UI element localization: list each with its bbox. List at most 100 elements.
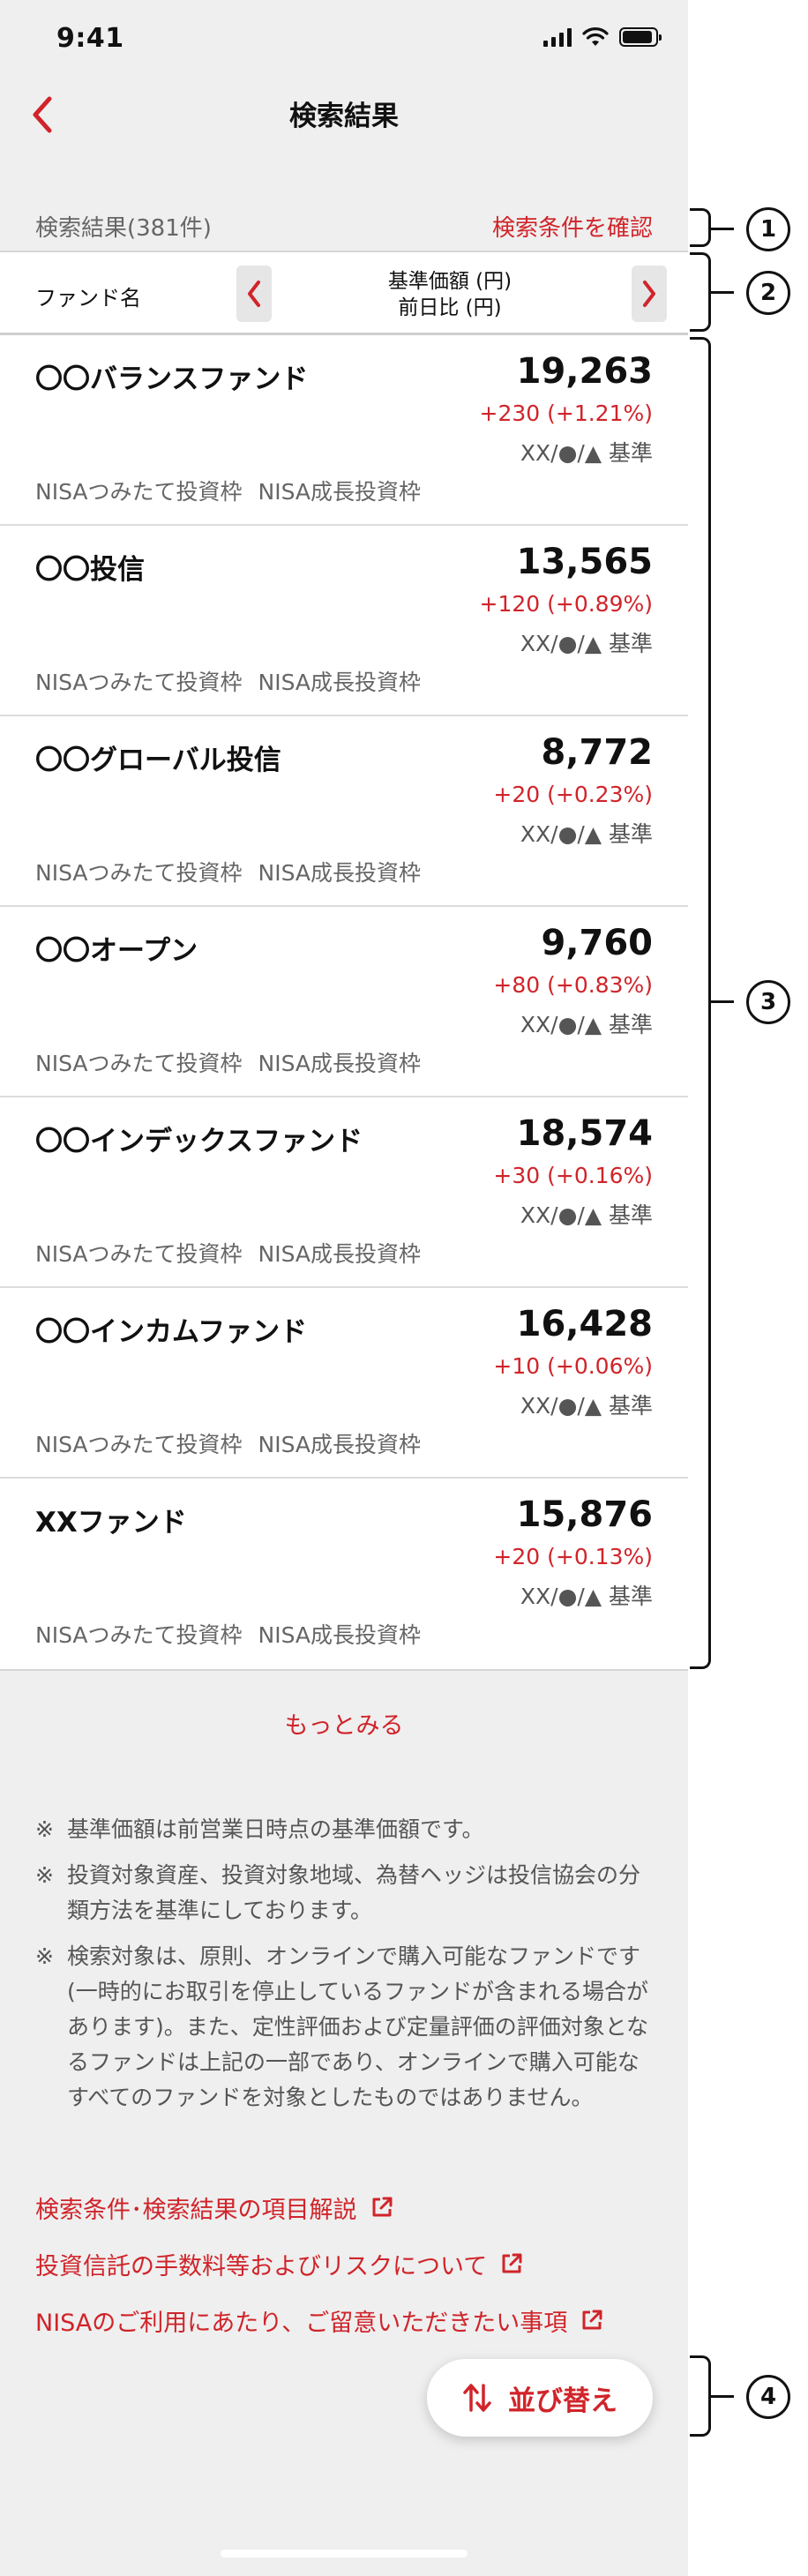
fund-base-date: XX/●/▲ 基準 (520, 1012, 653, 1037)
fund-base-date: XX/●/▲ 基準 (520, 440, 653, 466)
fund-name: 〇〇投信 (35, 554, 145, 586)
fund-change: +80 (+0.83%) (493, 972, 653, 998)
fund-name: 〇〇インデックスファンド (35, 1126, 363, 1157)
annotation-tick-1 (711, 228, 734, 230)
status-icons (543, 26, 662, 48)
note-item: ※ 投資対象資産、投資対象地域、為替ヘッジは投信協会の分類方法を基準にしておりま… (35, 1858, 653, 1928)
fund-tags: NISAつみたて投資枠 NISA成長投資枠 (35, 1427, 421, 1459)
fund-row[interactable]: 〇〇バランスファンド 19,263 +230 (+1.21%) XX/●/▲ 基… (0, 335, 688, 526)
fund-name: 〇〇グローバル投信 (35, 745, 281, 776)
note-mark: ※ (35, 1943, 54, 1969)
link-item-explanation[interactable]: 検索条件･検索結果の項目解説 (35, 2179, 670, 2235)
next-column-button[interactable] (632, 266, 667, 322)
confirm-conditions-link[interactable]: 検索条件を確認 (492, 210, 653, 243)
annotation-callout-4: 4 (746, 2375, 790, 2419)
annotation-bracket-1 (690, 208, 711, 247)
fund-price: 9,760 (541, 923, 653, 963)
chevron-left-icon (248, 281, 260, 307)
note-item: ※ 基準価額は前営業日時点の基準価額です。 (35, 1812, 653, 1847)
fund-change: +20 (+0.13%) (493, 1544, 653, 1569)
fund-tags: NISAつみたて投資枠 NISA成長投資枠 (35, 665, 421, 697)
fund-price: 18,574 (516, 1113, 653, 1154)
fund-tag: NISAつみたて投資枠 (35, 1622, 243, 1648)
fund-tag: NISAつみたて投資枠 (35, 860, 243, 886)
external-link-icon (502, 2253, 522, 2273)
sort-button[interactable]: 並び替え (427, 2359, 653, 2437)
fund-tags: NISAつみたて投資枠 NISA成長投資枠 (35, 475, 421, 506)
fund-tag: NISA成長投資枠 (258, 479, 422, 505)
annotation-callout-3: 3 (746, 980, 790, 1024)
annotation-tick-3 (711, 1000, 734, 1003)
status-bar: 9:41 (0, 0, 688, 76)
prev-column-button[interactable] (236, 266, 272, 322)
nav-bar: 検索結果 (0, 76, 688, 155)
fund-row[interactable]: 〇〇グローバル投信 8,772 +20 (+0.23%) XX/●/▲ 基準 N… (0, 716, 688, 907)
external-links: 検索条件･検索結果の項目解説 投資信託の手数料等およびリスクについて NISAの… (35, 2179, 670, 2348)
fund-base-date: XX/●/▲ 基準 (520, 821, 653, 847)
fund-tag: NISA成長投資枠 (258, 670, 422, 695)
fund-price: 16,428 (516, 1304, 653, 1344)
fund-name: 〇〇オープン (35, 935, 198, 967)
fund-row[interactable]: 〇〇インデックスファンド 18,574 +30 (+0.16%) XX/●/▲ … (0, 1097, 688, 1288)
annotation-tick-2 (711, 291, 734, 294)
note-mark: ※ (35, 1816, 54, 1842)
link-label: 投資信託の手数料等およびリスクについて (35, 2252, 488, 2280)
external-link-icon (372, 2197, 392, 2217)
fund-name: 〇〇バランスファンド (35, 363, 309, 395)
note-item: ※ 検索対象は、原則、オンラインで購入可能なファンドです (一時的にお取引を停止… (35, 1939, 653, 2115)
notes: ※ 基準価額は前営業日時点の基準価額です。 ※ 投資対象資産、投資対象地域、為替… (35, 1812, 653, 2126)
sort-label: 並び替え (508, 2385, 617, 2417)
fund-tag: NISA成長投資枠 (258, 1051, 422, 1076)
fund-price: 15,876 (516, 1494, 653, 1535)
note-text: 基準価額は前営業日時点の基準価額です。 (67, 1816, 484, 1842)
fund-tags: NISAつみたて投資枠 NISA成長投資枠 (35, 856, 421, 887)
fund-name: XXファンド (35, 1507, 187, 1539)
note-text: 検索対象は、原則、オンラインで購入可能なファンドです (一時的にお取引を停止して… (67, 1943, 649, 2110)
annotation-tick-4 (711, 2395, 734, 2398)
sort-arrows-icon (463, 2384, 491, 2412)
fund-price: 13,565 (516, 542, 653, 582)
fund-name: 〇〇インカムファンド (35, 1316, 308, 1348)
fund-tag: NISA成長投資枠 (258, 1622, 422, 1648)
column-header-line2: 前日比 (円) (398, 296, 502, 319)
fund-tag: NISAつみたて投資枠 (35, 670, 243, 695)
fund-base-date: XX/●/▲ 基準 (520, 1393, 653, 1419)
fund-tags: NISAつみたて投資枠 NISA成長投資枠 (35, 1046, 421, 1078)
result-count: 検索結果(381件) (35, 215, 212, 242)
link-item-fees-risks[interactable]: 投資信託の手数料等およびリスクについて (35, 2235, 670, 2292)
annotation-bracket-2 (690, 252, 711, 332)
fund-row[interactable]: XXファンド 15,876 +20 (+0.13%) XX/●/▲ 基準 NIS… (0, 1479, 688, 1669)
fund-change: +30 (+0.16%) (493, 1163, 653, 1188)
fund-row[interactable]: 〇〇インカムファンド 16,428 +10 (+0.06%) XX/●/▲ 基準… (0, 1288, 688, 1479)
fund-tag: NISA成長投資枠 (258, 1432, 422, 1457)
column-header-line1: 基準価額 (円) (387, 270, 512, 293)
fund-row[interactable]: 〇〇投信 13,565 +120 (+0.89%) XX/●/▲ 基準 NISA… (0, 526, 688, 716)
note-mark: ※ (35, 1862, 54, 1888)
fund-row[interactable]: 〇〇オープン 9,760 +80 (+0.83%) XX/●/▲ 基準 NISA… (0, 907, 688, 1097)
note-text: 投資対象資産、投資対象地域、為替ヘッジは投信協会の分類方法を基準にしております。 (67, 1862, 641, 1923)
fund-tags: NISAつみたて投資枠 NISA成長投資枠 (35, 1237, 421, 1269)
fund-tag: NISA成長投資枠 (258, 1241, 422, 1267)
external-link-icon (582, 2310, 602, 2330)
fund-change: +230 (+1.21%) (479, 401, 653, 426)
fund-price: 19,263 (516, 351, 653, 392)
fund-tag: NISAつみたて投資枠 (35, 1051, 243, 1076)
annotation-bracket-3 (690, 337, 711, 1669)
phone-screen: 9:41 検索結果 検索結果(381件) 検索条件を確認 ファンド名 基準価額 … (0, 0, 688, 2576)
annotation-callout-2: 2 (746, 271, 790, 315)
fund-change: +20 (+0.23%) (493, 782, 653, 807)
cellular-signal-icon (543, 27, 572, 47)
fund-tag: NISAつみたて投資枠 (35, 1432, 243, 1457)
search-summary: 検索結果(381件) 検索条件を確認 (0, 201, 688, 249)
list-header: ファンド名 基準価額 (円) 前日比 (円) (0, 251, 688, 335)
home-indicator (221, 2550, 468, 2557)
column-header: 基準価額 (円) 前日比 (円) (282, 268, 617, 321)
fund-tags: NISAつみたて投資枠 NISA成長投資枠 (35, 1618, 421, 1650)
fund-change: +10 (+0.06%) (493, 1353, 653, 1379)
link-item-nisa-notes[interactable]: NISAのご利用にあたり、ご留意いただきたい事項 (35, 2292, 670, 2348)
link-label: 検索条件･検索結果の項目解説 (35, 2196, 357, 2224)
fund-tag: NISA成長投資枠 (258, 860, 422, 886)
fund-base-date: XX/●/▲ 基準 (520, 631, 653, 656)
show-more-link[interactable]: もっとみる (0, 1706, 688, 1741)
fund-tag: NISAつみたて投資枠 (35, 1241, 243, 1267)
